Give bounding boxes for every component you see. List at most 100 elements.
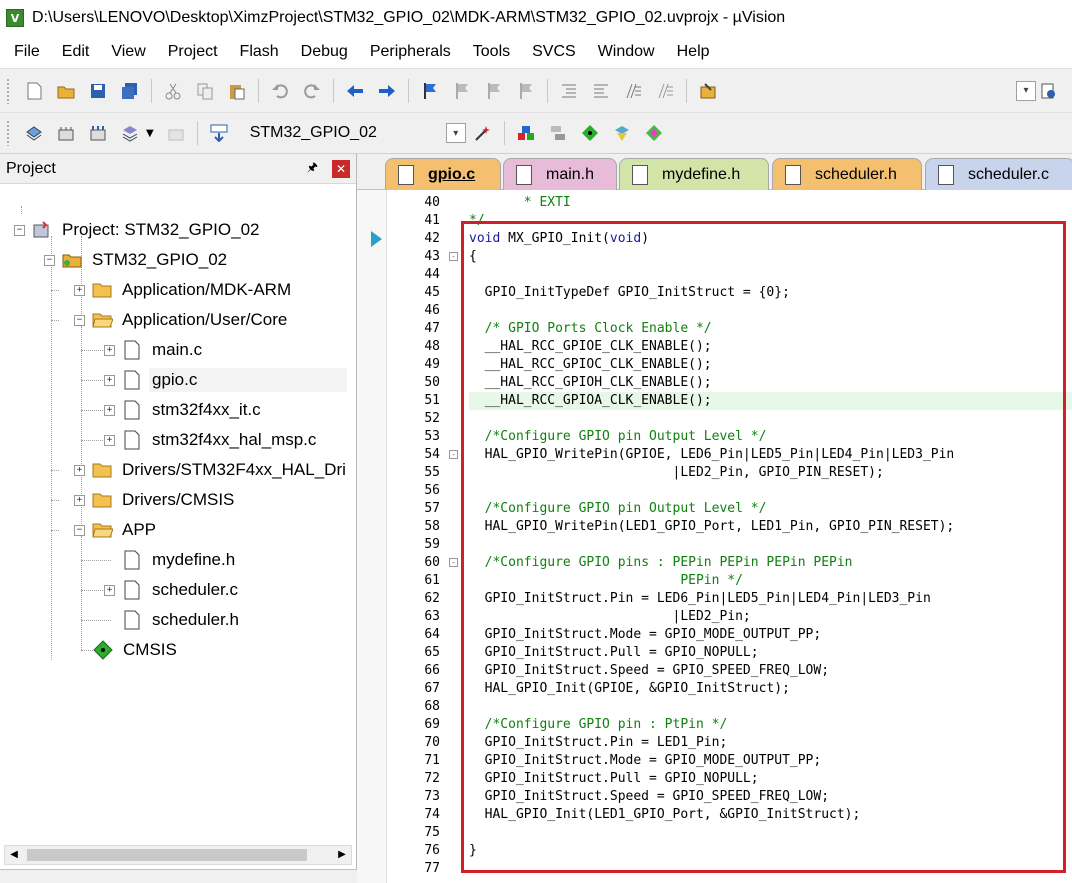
code-line[interactable]: 70 GPIO_InitStruct.Pin = LED1_Pin; xyxy=(357,734,1072,752)
copy-button[interactable] xyxy=(193,79,217,103)
expand-icon[interactable]: + xyxy=(74,284,85,296)
manage-run-time-environment-button[interactable] xyxy=(578,121,602,145)
toolbar-grip[interactable] xyxy=(6,77,10,104)
code-line[interactable]: 65 GPIO_InitStruct.Pull = GPIO_NOPULL; xyxy=(357,644,1072,662)
software-components-button[interactable] xyxy=(642,121,666,145)
tab-gpio-c[interactable]: gpio.c xyxy=(385,158,501,190)
code-line[interactable]: 43- { xyxy=(357,248,1072,266)
prev-bookmark-button[interactable] xyxy=(450,79,474,103)
expand-icon[interactable]: + xyxy=(74,494,85,506)
code-line[interactable]: 45 GPIO_InitTypeDef GPIO_InitStruct = {0… xyxy=(357,284,1072,302)
code-line[interactable]: 71 GPIO_InitStruct.Mode = GPIO_MODE_OUTP… xyxy=(357,752,1072,770)
code-line[interactable]: 53 /*Configure GPIO pin Output Level */ xyxy=(357,428,1072,446)
code-line[interactable]: 68 xyxy=(357,698,1072,716)
code-line[interactable]: 40 * EXTI xyxy=(357,194,1072,212)
redo-button[interactable] xyxy=(300,79,324,103)
scroll-left-icon[interactable]: ◀ xyxy=(7,848,21,862)
tree-target[interactable]: − STM32_GPIO_02 xyxy=(44,245,230,275)
code-line[interactable]: 63 |LED2_Pin; xyxy=(357,608,1072,626)
menu-help[interactable]: Help xyxy=(669,43,718,61)
batch-build-dropdown-icon[interactable]: ▼ xyxy=(146,128,154,139)
code-line[interactable]: 47 /* GPIO Ports Clock Enable */ xyxy=(357,320,1072,338)
tree-component-cmsis[interactable]: CMSIS xyxy=(92,635,180,665)
tree-file-scheduler-h[interactable]: scheduler.h xyxy=(121,605,242,635)
code-line[interactable]: 57 /*Configure GPIO pin Output Level */ xyxy=(357,500,1072,518)
scrollbar-thumb[interactable] xyxy=(27,849,307,861)
rebuild-button[interactable] xyxy=(86,121,110,145)
menu-peripherals[interactable]: Peripherals xyxy=(362,43,459,61)
menu-edit[interactable]: Edit xyxy=(54,43,98,61)
expand-icon[interactable]: + xyxy=(104,344,115,356)
tree-group-application-user-core[interactable]: − Application/User/Core xyxy=(74,305,290,335)
expand-icon[interactable]: + xyxy=(104,434,115,446)
expand-icon[interactable]: + xyxy=(104,374,115,386)
save-button[interactable] xyxy=(86,79,110,103)
menu-project[interactable]: Project xyxy=(160,43,226,61)
batch-build-button[interactable] xyxy=(118,121,142,145)
unindent-button[interactable] xyxy=(589,79,613,103)
code-line[interactable]: 73 GPIO_InitStruct.Speed = GPIO_SPEED_FR… xyxy=(357,788,1072,806)
navigate-forward-button[interactable] xyxy=(375,79,399,103)
code-line[interactable]: 56 xyxy=(357,482,1072,500)
code-line[interactable]: 67 HAL_GPIO_Init(GPIOE, &GPIO_InitStruct… xyxy=(357,680,1072,698)
code-line[interactable]: 41 */ xyxy=(357,212,1072,230)
code-line[interactable]: 42 void MX_GPIO_Init(void) xyxy=(357,230,1072,248)
navigate-back-button[interactable] xyxy=(343,79,367,103)
menu-window[interactable]: Window xyxy=(590,43,663,61)
code-line[interactable]: 59 xyxy=(357,536,1072,554)
expand-icon[interactable]: + xyxy=(74,464,85,476)
target-options-button[interactable] xyxy=(471,121,495,145)
code-line[interactable]: 75 xyxy=(357,824,1072,842)
menu-debug[interactable]: Debug xyxy=(293,43,356,61)
close-panel-button[interactable]: ✕ xyxy=(332,159,350,178)
fold-toggle-icon[interactable]: - xyxy=(449,450,458,459)
indent-button[interactable] xyxy=(557,79,581,103)
code-line[interactable]: 48 __HAL_RCC_GPIOE_CLK_ENABLE(); xyxy=(357,338,1072,356)
expand-icon[interactable]: + xyxy=(104,584,115,596)
new-file-button[interactable] xyxy=(22,79,46,103)
insert-bookmark-button[interactable] xyxy=(418,79,442,103)
code-line[interactable]: 61 PEPin */ xyxy=(357,572,1072,590)
menu-tools[interactable]: Tools xyxy=(465,43,518,61)
tree-file-stm32f4xx-it-c[interactable]: + stm32f4xx_it.c xyxy=(104,395,264,425)
tab-mydefine-h[interactable]: mydefine.h xyxy=(619,158,769,190)
tree-group-drivers-cmsis[interactable]: + Drivers/CMSIS xyxy=(74,485,237,515)
configure-button[interactable] xyxy=(1036,79,1060,103)
collapse-icon[interactable]: − xyxy=(74,314,85,326)
find-in-files-button[interactable] xyxy=(696,79,720,103)
toolbar-grip[interactable] xyxy=(6,120,10,146)
collapse-icon[interactable]: − xyxy=(44,254,55,266)
next-bookmark-button[interactable] xyxy=(482,79,506,103)
tab-main-h[interactable]: main.h xyxy=(503,158,617,190)
code-line[interactable]: 55 |LED2_Pin, GPIO_PIN_RESET); xyxy=(357,464,1072,482)
scroll-right-icon[interactable]: ▶ xyxy=(335,848,349,862)
code-line[interactable]: 66 GPIO_InitStruct.Speed = GPIO_SPEED_FR… xyxy=(357,662,1072,680)
menu-file[interactable]: File xyxy=(6,43,48,61)
tree-file-mydefine-h[interactable]: mydefine.h xyxy=(121,545,238,575)
tree-group-application-mdk-arm[interactable]: + Application/MDK-ARM xyxy=(74,275,294,305)
tab-scheduler-c[interactable]: scheduler.c xyxy=(925,158,1072,190)
tab-scheduler-h[interactable]: scheduler.h xyxy=(772,158,922,190)
paste-button[interactable] xyxy=(225,79,249,103)
code-line[interactable]: 54- HAL_GPIO_WritePin(GPIOE, LED6_Pin|LE… xyxy=(357,446,1072,464)
stop-build-button[interactable] xyxy=(164,121,188,145)
collapse-icon[interactable]: − xyxy=(74,524,85,536)
comment-button[interactable] xyxy=(621,79,645,103)
code-line[interactable]: 44 xyxy=(357,266,1072,284)
code-line[interactable]: 49 __HAL_RCC_GPIOC_CLK_ENABLE(); xyxy=(357,356,1072,374)
tree-file-gpio-c[interactable]: + gpio.c xyxy=(104,365,348,395)
select-packs-button[interactable] xyxy=(546,121,570,145)
code-line[interactable]: 46 xyxy=(357,302,1072,320)
menu-svcs[interactable]: SVCS xyxy=(524,43,584,61)
undo-button[interactable] xyxy=(268,79,292,103)
tree-file-main-c[interactable]: + main.c xyxy=(104,335,205,365)
code-line[interactable]: 52 xyxy=(357,410,1072,428)
code-line[interactable]: 51 __HAL_RCC_GPIOA_CLK_ENABLE(); xyxy=(357,392,1072,410)
code-line[interactable]: 60- /*Configure GPIO pins : PEPin PEPin … xyxy=(357,554,1072,572)
build-button[interactable] xyxy=(54,121,78,145)
target-selector[interactable]: STM32_GPIO_02 ▾ xyxy=(249,121,467,145)
code-line[interactable]: 62 GPIO_InitStruct.Pin = LED6_Pin|LED5_P… xyxy=(357,590,1072,608)
expand-icon[interactable]: + xyxy=(104,404,115,416)
tree-file-stm32f4xx-hal-msp-c[interactable]: + stm32f4xx_hal_msp.c xyxy=(104,425,319,455)
code-area[interactable]: 40 * EXTI 41 */42 void MX_GPIO_Init(void) 43… xyxy=(357,190,1072,883)
